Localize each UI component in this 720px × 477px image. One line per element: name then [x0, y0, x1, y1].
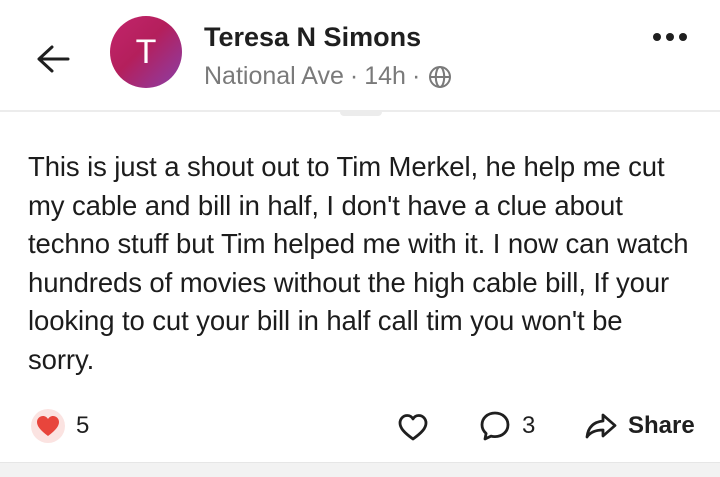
- post-header: T Teresa N Simons National Ave · 14h ·: [0, 0, 720, 112]
- post-detail-screen: T Teresa N Simons National Ave · 14h · T…: [0, 0, 720, 477]
- comment-button[interactable]: 3: [478, 406, 535, 446]
- post-body-text: This is just a shout out to Tim Merkel, …: [28, 151, 689, 375]
- post-meta: National Ave · 14h ·: [204, 62, 452, 91]
- more-horizontal-icon: [653, 33, 687, 41]
- more-options-button[interactable]: [648, 22, 692, 52]
- avatar-initial: T: [135, 32, 157, 71]
- back-button[interactable]: [30, 36, 76, 82]
- section-divider: [0, 462, 720, 477]
- comment-icon: [480, 411, 510, 441]
- avatar[interactable]: T: [110, 16, 182, 88]
- meta-separator: ·: [411, 62, 421, 90]
- like-button[interactable]: [394, 408, 432, 446]
- scroll-hint: [340, 112, 382, 116]
- share-icon: [585, 413, 617, 439]
- author-name[interactable]: Teresa N Simons: [204, 22, 421, 53]
- arrow-left-icon: [37, 45, 70, 73]
- heart-reaction-icon[interactable]: [30, 408, 66, 444]
- share-label: Share: [628, 412, 695, 439]
- reaction-count[interactable]: 5: [76, 412, 89, 440]
- comment-count: 3: [522, 412, 536, 439]
- globe-icon: [429, 65, 452, 88]
- share-button[interactable]: Share: [584, 406, 695, 446]
- meta-separator: ·: [349, 62, 359, 90]
- timestamp: 14h: [364, 62, 406, 90]
- post-actions-bar: 5 3 Share: [0, 400, 720, 452]
- location-label[interactable]: National Ave: [204, 62, 344, 91]
- heart-outline-icon: [398, 414, 428, 441]
